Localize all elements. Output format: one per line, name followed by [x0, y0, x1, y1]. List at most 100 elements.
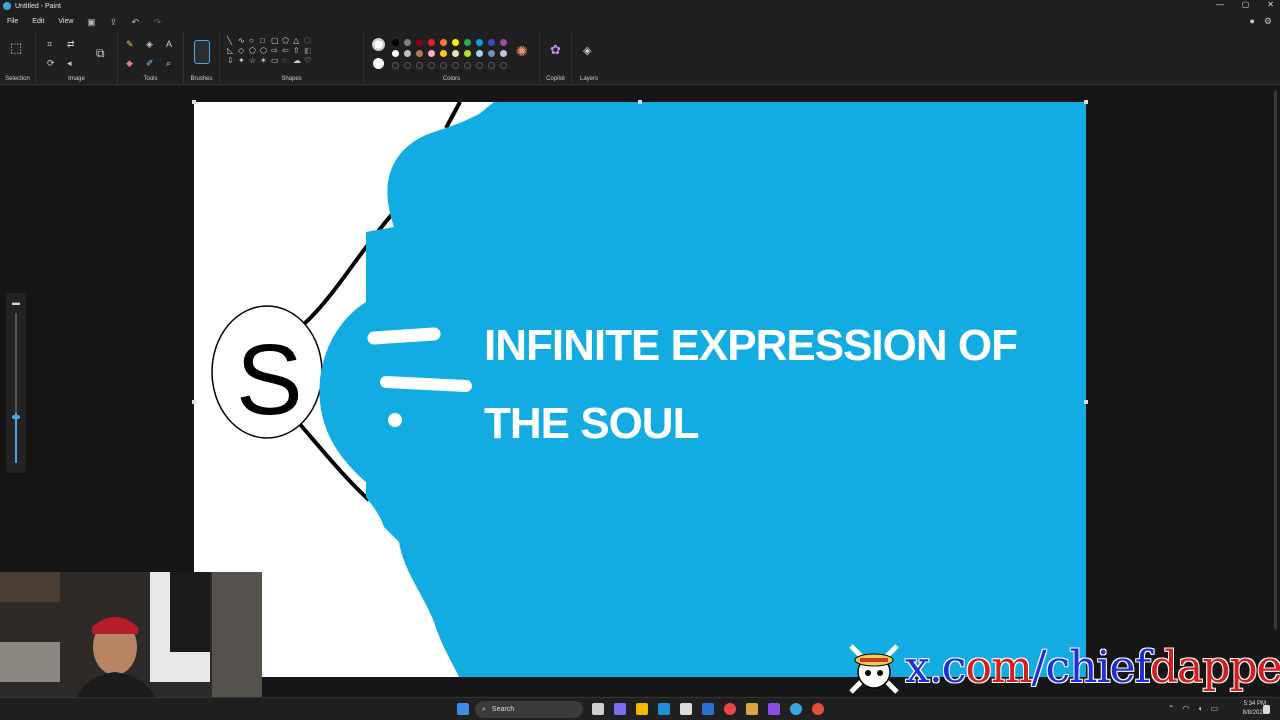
shape-rectangle-icon[interactable]: □ — [260, 36, 271, 46]
palette-color-swatch[interactable] — [464, 50, 471, 57]
palette-color-swatch[interactable] — [488, 50, 495, 57]
custom-color-slot[interactable] — [428, 62, 435, 69]
canvas-handle-top-right[interactable] — [1084, 100, 1088, 104]
shape-outline-icon[interactable]: ⬡ — [304, 36, 315, 46]
edge-browser-icon[interactable] — [658, 703, 670, 715]
shape-cloud-icon[interactable]: ☁ — [293, 56, 304, 66]
pencil-icon[interactable]: ✎ — [126, 39, 134, 49]
palette-color-swatch[interactable] — [440, 39, 447, 46]
shape-star6-icon[interactable]: ✶ — [260, 56, 271, 66]
shape-line-icon[interactable]: ╲ — [227, 36, 238, 46]
palette-color-swatch[interactable] — [404, 50, 411, 57]
tray-battery-icon[interactable]: ▭ — [1210, 704, 1218, 713]
palette-color-swatch[interactable] — [476, 50, 483, 57]
shape-arrow-right-icon[interactable]: ⇨ — [271, 46, 282, 56]
save-icon[interactable]: ▣ — [86, 17, 96, 27]
store-icon[interactable] — [680, 703, 692, 715]
undo-icon[interactable]: ↶ — [130, 17, 140, 27]
zoom-slider[interactable]: ▬ — [6, 293, 26, 473]
palette-color-swatch[interactable] — [452, 50, 459, 57]
custom-color-slot[interactable] — [404, 62, 411, 69]
rotate-icon[interactable]: ⟳ — [47, 58, 55, 68]
shape-diamond-icon[interactable]: ◇ — [238, 46, 249, 56]
shape-rounded-rect-icon[interactable]: ▢ — [271, 36, 282, 46]
palette-color-swatch[interactable] — [392, 39, 399, 46]
palette-color-swatch[interactable] — [500, 39, 507, 46]
color-picker-icon[interactable]: ✐ — [146, 58, 154, 68]
palette-color-swatch[interactable] — [404, 39, 411, 46]
settings-gear-icon[interactable]: ⚙ — [1264, 16, 1272, 27]
shape-arrow-left-icon[interactable]: ⇦ — [282, 46, 293, 56]
taskbar-search[interactable]: ⌕ Search — [475, 701, 583, 718]
shape-fill-icon[interactable]: ◧ — [304, 46, 315, 56]
app-icon-purple[interactable] — [768, 703, 780, 715]
layers-icon[interactable]: ◈ — [583, 46, 591, 57]
text-tool-icon[interactable]: A — [166, 39, 172, 49]
selection-rectangle-icon[interactable]: ⬚ — [10, 41, 22, 54]
palette-color-swatch[interactable] — [452, 39, 459, 46]
palette-color-swatch[interactable] — [440, 50, 447, 57]
eraser-icon[interactable]: ◆ — [126, 58, 133, 68]
secondary-color-swatch[interactable] — [373, 58, 384, 69]
menu-file[interactable]: File — [0, 18, 25, 25]
shape-oval-icon[interactable]: ○ — [249, 36, 260, 46]
palette-color-swatch[interactable] — [488, 39, 495, 46]
canvas-handle-top[interactable] — [638, 100, 642, 104]
shape-pentagon-icon[interactable]: ⬠ — [249, 46, 260, 56]
file-explorer-icon[interactable] — [636, 703, 648, 715]
minimize-button[interactable]: — — [1216, 0, 1224, 9]
resize-icon[interactable]: ⇄ — [67, 39, 75, 49]
custom-color-slot[interactable] — [416, 62, 423, 69]
menu-view[interactable]: View — [51, 18, 80, 25]
shape-arrow-up-icon[interactable]: ⇧ — [293, 46, 304, 56]
palette-color-swatch[interactable] — [416, 39, 423, 46]
shape-star5-icon[interactable]: ☆ — [249, 56, 260, 66]
primary-color-swatch[interactable] — [372, 38, 385, 51]
custom-color-slot[interactable] — [392, 62, 399, 69]
brush-selected-icon[interactable] — [194, 40, 210, 64]
custom-color-slot[interactable] — [440, 62, 447, 69]
shape-hexagon-icon[interactable]: ⬡ — [260, 46, 271, 56]
palette-color-swatch[interactable] — [428, 39, 435, 46]
custom-color-slot[interactable] — [452, 62, 459, 69]
palette-color-swatch[interactable] — [500, 50, 507, 57]
custom-color-slot[interactable] — [500, 62, 507, 69]
shape-star4-icon[interactable]: ✦ — [238, 56, 249, 66]
tray-volume-icon[interactable]: ◖ — [1198, 704, 1203, 713]
palette-color-swatch[interactable] — [416, 50, 423, 57]
image-select-icon[interactable]: ⧉ — [96, 47, 105, 59]
palette-color-swatch[interactable] — [464, 39, 471, 46]
palette-color-swatch[interactable] — [428, 50, 435, 57]
menu-edit[interactable]: Edit — [25, 18, 51, 25]
chrome-icon[interactable] — [724, 703, 736, 715]
shape-curve-icon[interactable]: ∿ — [238, 36, 249, 46]
crop-icon[interactable]: ⌗ — [47, 39, 52, 49]
canvas-handle-top-left[interactable] — [192, 100, 196, 104]
shape-triangle-icon[interactable]: △ — [293, 36, 304, 46]
shape-polygon-icon[interactable]: ⬠ — [282, 36, 293, 46]
shape-callout-rect-icon[interactable]: ▭ — [271, 56, 282, 66]
vertical-scrollbar[interactable] — [1274, 90, 1277, 630]
palette-color-swatch[interactable] — [392, 50, 399, 57]
task-view-icon[interactable] — [592, 703, 604, 715]
shape-heart-icon[interactable]: ♡ — [304, 56, 315, 66]
account-icon[interactable]: ● — [1249, 16, 1254, 27]
custom-color-slot[interactable] — [464, 62, 471, 69]
custom-color-slot[interactable] — [488, 62, 495, 69]
share-icon[interactable]: ⇪ — [108, 17, 118, 27]
maximize-button[interactable]: ▢ — [1242, 0, 1250, 9]
custom-color-slot[interactable] — [476, 62, 483, 69]
color-wheel-icon[interactable]: ✺ — [516, 44, 528, 58]
app-icon-blue[interactable] — [702, 703, 714, 715]
copilot-taskbar-icon[interactable] — [614, 703, 626, 715]
copilot-icon[interactable]: ✿ — [550, 43, 561, 56]
shape-callout-oval-icon[interactable]: ◌ — [282, 56, 293, 66]
palette-color-swatch[interactable] — [476, 39, 483, 46]
close-button[interactable]: ✕ — [1267, 0, 1274, 9]
shape-right-triangle-icon[interactable]: ◺ — [227, 46, 238, 56]
fill-bucket-icon[interactable]: ◈ — [146, 39, 153, 49]
recorder-icon[interactable] — [812, 703, 824, 715]
paint-taskbar-icon[interactable] — [790, 703, 802, 715]
notification-icon[interactable] — [1263, 705, 1270, 714]
app-icon-yellow[interactable] — [746, 703, 758, 715]
